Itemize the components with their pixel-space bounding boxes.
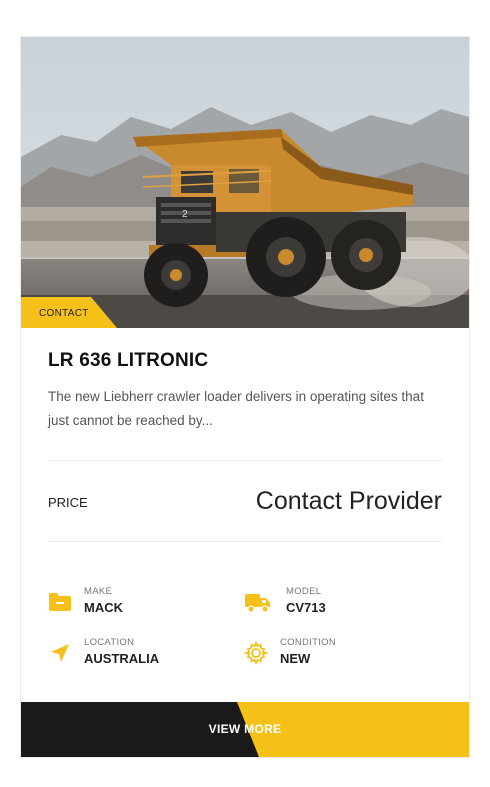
spec-label: LOCATION (84, 637, 135, 648)
listing-title[interactable]: LR 636 LITRONIC (48, 350, 208, 372)
spec-value: MACK (84, 600, 123, 615)
truck-number: 2 (182, 209, 188, 220)
mining-truck-photo: 2 (21, 37, 469, 328)
spec-value: NEW (280, 651, 311, 666)
divider (48, 541, 442, 542)
price-value: Contact Provider (255, 487, 442, 515)
spec-value: CV713 (286, 600, 326, 615)
view-more-button[interactable]: VIEW MORE (21, 702, 469, 757)
view-more-label: VIEW MORE (208, 722, 282, 736)
gear-icon (244, 641, 268, 665)
price-label: PRICE (48, 495, 88, 510)
spec-value: AUSTRALIA (84, 651, 160, 666)
spec-label: MAKE (84, 586, 113, 597)
truck-icon (245, 594, 270, 613)
listing-description: The new Liebherr crawler loader delivers… (48, 389, 424, 428)
folder-icon (49, 593, 71, 611)
spec-label: CONDITION (280, 637, 337, 648)
divider (48, 460, 442, 461)
listing-image[interactable]: 2 (21, 37, 469, 328)
listing-card: 2 CONTACT LR 636 LITRONIC The new Liebhe… (20, 36, 470, 758)
location-arrow-icon (51, 644, 69, 662)
spec-label: MODEL (286, 586, 322, 597)
